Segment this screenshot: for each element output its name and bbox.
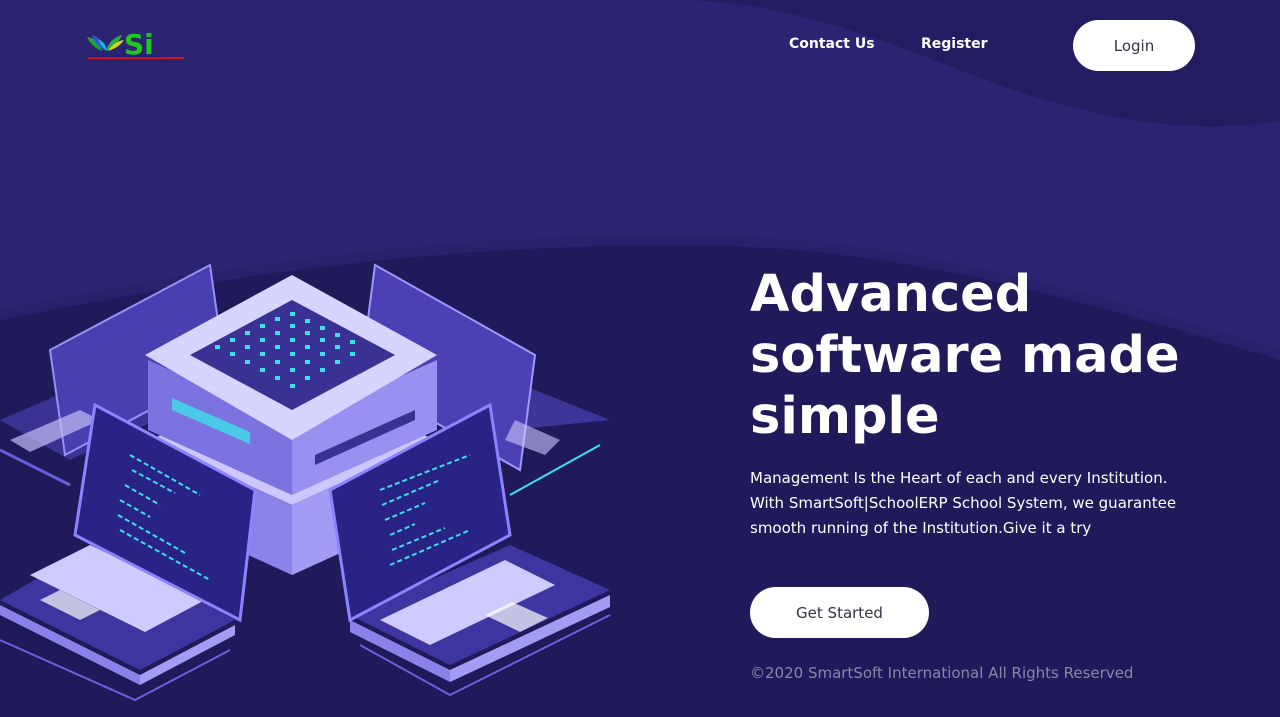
server-laptops-illustration [0,263,611,702]
leaf-logo-icon[interactable]: Si [84,27,188,67]
get-started-button[interactable]: Get Started [750,587,929,638]
nav-contact-us[interactable]: Contact Us [789,36,875,52]
nav-register[interactable]: Register [921,36,988,52]
hero-title: Advanced software made simple [750,265,1180,446]
hero-description: Management Is the Heart of each and ever… [750,469,1177,537]
copyright-text: ©2020 SmartSoft International All Rights… [750,664,1134,682]
logo-caption: SmartSoft International [89,54,162,60]
login-button[interactable]: Login [1073,20,1195,71]
